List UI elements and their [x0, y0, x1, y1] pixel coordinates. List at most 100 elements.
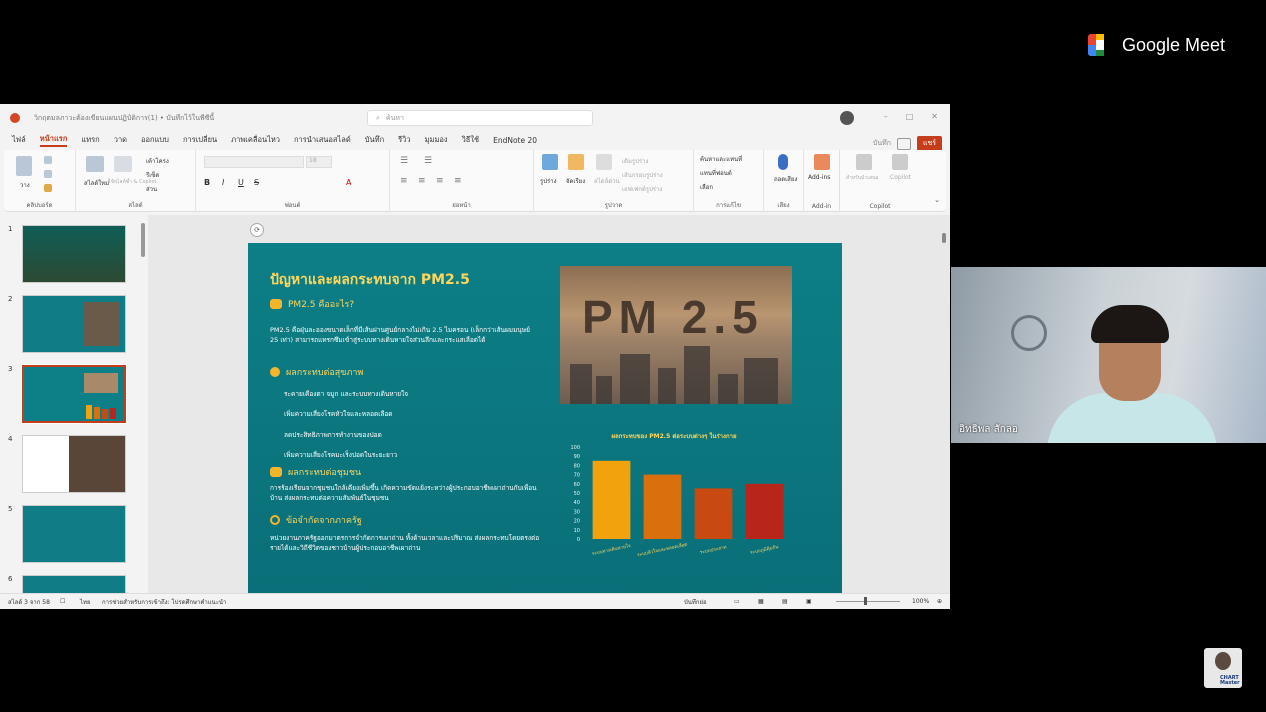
tab-2[interactable]: แทรก — [81, 134, 99, 146]
new-slide-icon[interactable] — [86, 156, 104, 172]
accessibility-status[interactable]: การช่วยสำหรับการเข้าถึง: โปรดศึกษาคำแนะน… — [102, 597, 226, 607]
bullets-icon[interactable]: ☰ — [400, 156, 408, 166]
quick-styles-icon[interactable] — [596, 154, 612, 170]
tab-7[interactable]: การนำเสนอสไลด์ — [294, 134, 351, 146]
align-left-icon[interactable]: ≡ — [400, 176, 408, 186]
align-right-icon[interactable]: ≡ — [436, 176, 444, 186]
slide-thumbnail[interactable] — [22, 505, 126, 563]
slide-thumbnail[interactable] — [22, 435, 126, 493]
y-tick-label: 80 — [574, 463, 580, 469]
maximize-icon[interactable]: □ — [906, 112, 914, 121]
tab-5[interactable]: การเปลี่ยน — [183, 134, 217, 146]
microphone-icon[interactable] — [778, 154, 788, 170]
slide-sorter-icon[interactable]: ▦ — [758, 598, 764, 605]
chart-bar — [694, 488, 733, 539]
slide-thumbnail[interactable] — [22, 295, 126, 353]
copilot-presentation-button[interactable]: สำหรับนำเสนอ — [846, 174, 878, 182]
font-color-icon[interactable]: A — [346, 178, 351, 187]
shape-effects-button[interactable]: เอฟเฟกต์รูปร่าง — [622, 184, 662, 194]
slideshow-icon[interactable]: ▣ — [806, 598, 812, 605]
account-avatar[interactable] — [840, 111, 854, 125]
slide-paragraph: การร้องเรียนจากชุมชนใกล้เคียงเพิ่มขึ้น เ… — [270, 484, 537, 502]
addins-button[interactable]: Add-ins — [808, 174, 830, 181]
reset-button[interactable]: รีเซ็ต — [146, 170, 159, 180]
fit-to-window-icon[interactable]: ⊕ — [937, 598, 942, 605]
zoom-level[interactable]: 100% — [912, 598, 929, 605]
tab-11[interactable]: วิธีใช้ — [462, 134, 480, 146]
wall-fan — [1011, 315, 1047, 351]
paste-button[interactable]: วาง — [20, 180, 30, 190]
reuse-slide-icon[interactable] — [114, 156, 132, 172]
quick-styles-button[interactable]: สไตล์ด่วน — [594, 176, 620, 186]
tab-12[interactable]: EndNote 20 — [493, 136, 537, 145]
copilot-icon[interactable] — [892, 154, 908, 170]
tab-0[interactable]: ไฟล์ — [12, 134, 26, 146]
slide-thumbnail[interactable] — [22, 225, 126, 283]
tab-1[interactable]: หน้าแรก — [39, 133, 68, 147]
tab-8[interactable]: บันทึก — [365, 134, 384, 146]
slide-thumbnail-selected[interactable] — [21, 364, 127, 424]
shapes-button[interactable]: รูปร่าง — [540, 176, 557, 186]
minimize-icon[interactable]: – — [884, 112, 888, 121]
italic-icon[interactable]: I — [222, 178, 224, 187]
document-title[interactable]: วิกฤตมลภาวะต้องเขียนแผนปฏิบัติการ(1) • บ… — [34, 113, 214, 124]
record-button[interactable]: บันทึก — [873, 138, 891, 149]
select-button[interactable]: เลือก — [700, 182, 713, 192]
participant-name: อิทธิพล สักลอ — [959, 424, 1018, 435]
section-button[interactable]: ส่วน — [146, 184, 157, 194]
arrange-icon[interactable] — [568, 154, 584, 170]
ribbon: วาง คลิปบอร์ด สไลด์ใหม่ ใช้สไลด์ซ้ำ & Co… — [4, 150, 946, 212]
align-center-icon[interactable]: ≡ — [418, 176, 426, 186]
collapse-ribbon-icon[interactable]: ⌄ — [934, 196, 940, 204]
slide-thumbnail[interactable] — [22, 575, 126, 593]
editing-scrollbar[interactable] — [940, 215, 948, 593]
find-button[interactable]: ค้นหาและแทนที่ — [700, 154, 742, 164]
slide-heading-what: PM2.5 คืออะไร? — [270, 297, 354, 311]
slide-position: สไลด์ 3 จาก 58 — [8, 598, 50, 606]
zoom-slider[interactable] — [836, 601, 900, 602]
close-icon[interactable]: ✕ — [931, 112, 938, 121]
notes-button[interactable]: บันทึกย่อ — [684, 597, 707, 607]
language-indicator[interactable]: ไทย — [80, 597, 91, 607]
reading-view-icon[interactable]: ▤ — [782, 598, 788, 605]
numbering-icon[interactable]: ☰ — [424, 156, 432, 166]
normal-view-icon[interactable]: ▭ — [734, 598, 740, 605]
shape-outline-button[interactable]: เส้นกรอบรูปร่าง — [622, 170, 663, 180]
bold-icon[interactable]: B — [204, 178, 210, 187]
paste-icon[interactable] — [16, 156, 32, 176]
layout-button[interactable]: เค้าโครง — [146, 156, 169, 166]
share-button[interactable]: แชร์ — [916, 136, 942, 151]
font-size-field[interactable]: 18 — [306, 156, 332, 168]
tab-3[interactable]: วาด — [114, 134, 127, 146]
zoom-slider-handle[interactable] — [864, 597, 867, 605]
replace-button[interactable]: แทนที่ฟอนต์ — [700, 168, 732, 178]
copilot-icon[interactable]: ⟳ — [250, 223, 264, 237]
shapes-icon[interactable] — [542, 154, 558, 170]
justify-icon[interactable]: ≡ — [454, 176, 462, 186]
spell-check-icon[interactable]: ☐ — [60, 598, 65, 605]
participant-video-tile[interactable]: อิทธิพล สักลอ — [951, 267, 1266, 443]
shape-fill-button[interactable]: เติมรูปร่าง — [622, 156, 648, 166]
dictate-button[interactable]: ถอดเสียง — [774, 174, 797, 184]
slide-list-item: เพิ่มความเสี่ยงโรคหัวใจและหลอดเลือด — [284, 410, 393, 418]
underline-icon[interactable]: U — [238, 178, 244, 187]
strikethrough-icon[interactable]: S — [254, 178, 259, 187]
format-painter-icon[interactable] — [44, 184, 52, 192]
presentation-copilot-icon[interactable] — [856, 154, 872, 170]
current-slide[interactable]: ปัญหาและผลกระทบจาก PM2.5 PM2.5 คืออะไร? … — [248, 243, 842, 593]
tab-4[interactable]: ออกแบบ — [141, 134, 169, 146]
tab-9[interactable]: รีวิว — [398, 134, 410, 146]
comments-icon[interactable] — [896, 137, 911, 150]
arrange-button[interactable]: จัดเรียง — [566, 176, 585, 186]
cut-icon[interactable] — [44, 156, 52, 164]
addins-icon[interactable] — [814, 154, 830, 170]
tab-10[interactable]: มุมมอง — [425, 134, 448, 146]
new-slide-button[interactable]: สไลด์ใหม่ — [84, 178, 109, 188]
self-view-tile[interactable]: CHART Master — [1204, 648, 1242, 688]
thumbnail-scrollbar[interactable] — [140, 215, 146, 593]
font-name-field[interactable] — [204, 156, 304, 168]
search-input[interactable]: ⌕ ค้นหา — [367, 110, 593, 126]
tab-6[interactable]: ภาพเคลื่อนไหว — [231, 134, 280, 146]
copilot-button[interactable]: Copilot — [890, 174, 911, 181]
copy-icon[interactable] — [44, 170, 52, 178]
